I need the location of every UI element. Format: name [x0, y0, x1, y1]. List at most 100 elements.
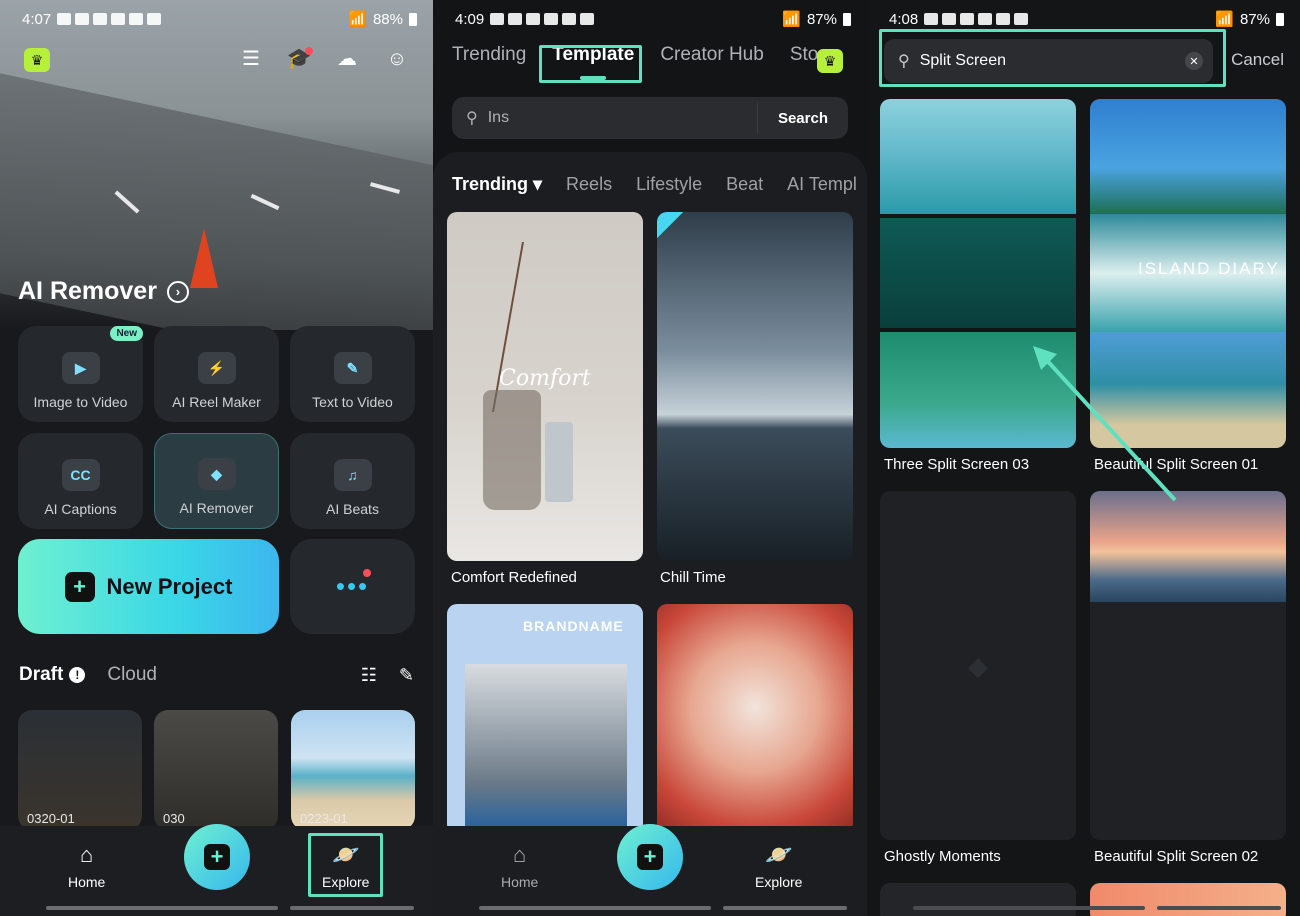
- battery-level: 87%: [1239, 10, 1270, 28]
- draft-thumbnail[interactable]: 0223-01: [291, 710, 415, 830]
- draft-label: 0320-01: [27, 811, 75, 826]
- vase: [483, 390, 541, 510]
- tab-store[interactable]: Sto: [790, 44, 819, 66]
- category-tabs: Trending ▾ Reels Lifestyle Beat AI Templ: [452, 174, 857, 195]
- plus-icon: +: [637, 844, 663, 870]
- tool-ai-captions[interactable]: CC AI Captions: [18, 433, 143, 529]
- reel-maker-icon: ⚡: [197, 352, 236, 384]
- result-card[interactable]: ◆: [880, 491, 1076, 840]
- tool-image-to-video[interactable]: ▶ Image to Video New: [18, 326, 143, 422]
- battery-icon: [843, 12, 851, 26]
- gesture-bar: [154, 906, 278, 910]
- planet-icon: 🪐: [765, 842, 793, 867]
- signal-icon: 📶: [348, 11, 367, 28]
- tab-draft[interactable]: Draft: [19, 664, 63, 686]
- candle: [545, 422, 573, 502]
- tab-template[interactable]: Template: [552, 44, 634, 80]
- smiley-icon[interactable]: ☺: [384, 46, 410, 72]
- placeholder-logo-icon: ◆: [968, 651, 988, 681]
- search-bar[interactable]: ⚲ Split Screen ✕: [884, 39, 1213, 83]
- template-search[interactable]: ⚲ Ins Search: [452, 97, 848, 139]
- result-card[interactable]: [1090, 883, 1286, 916]
- tool-ai-remover[interactable]: ◆ AI Remover: [154, 433, 279, 529]
- template-card[interactable]: Comfort: [447, 212, 643, 561]
- nav-explore-label: Explore: [755, 874, 803, 890]
- template-card[interactable]: BRANDNAME: [447, 604, 643, 834]
- text-to-video-icon: ✎: [333, 352, 372, 384]
- warning-icon[interactable]: !: [69, 667, 86, 683]
- category-lifestyle[interactable]: Lifestyle: [636, 174, 702, 195]
- plus-icon: +: [204, 844, 230, 870]
- search-icon: ⚲: [898, 53, 910, 70]
- nav-home[interactable]: ⌂ Home: [501, 842, 538, 890]
- notification-dot: [305, 47, 313, 55]
- tool-ai-reel-maker[interactable]: ⚡ AI Reel Maker: [154, 326, 279, 422]
- new-project-label: New Project: [106, 573, 233, 599]
- task-list-icon[interactable]: ☰: [238, 46, 264, 72]
- status-bar: 4:08 📶 87%: [889, 8, 1284, 30]
- category-reels[interactable]: Reels: [566, 174, 612, 195]
- battery-icon: [1276, 12, 1284, 26]
- tool-label: AI Captions: [44, 501, 117, 517]
- card-title: Comfort Redefined: [451, 569, 577, 586]
- tool-label: Image to Video: [33, 394, 128, 410]
- tab-cloud[interactable]: Cloud: [107, 664, 157, 686]
- card-brand-text: BRANDNAME: [523, 618, 624, 634]
- captions-icon: CC: [61, 459, 100, 491]
- notification-dot: [363, 569, 371, 577]
- image-to-video-icon: ▶: [61, 352, 100, 384]
- traffic-cone: [190, 228, 218, 288]
- bottom-nav: ⌂ Home + 🪐 Explore: [0, 824, 433, 916]
- status-time: 4:08: [889, 10, 919, 28]
- signal-icon: 📶: [782, 11, 801, 28]
- search-results-screen: 4:08 📶 87% ⚲ Split Screen ✕ Cancel Three …: [867, 0, 1300, 916]
- status-bar: 4:09 📶 87%: [455, 8, 851, 30]
- category-ai-templates[interactable]: AI Templ: [787, 174, 857, 195]
- hero-title[interactable]: AI Remover ›: [18, 277, 189, 306]
- notification-icons: [924, 13, 1029, 25]
- drafts-header: Draft ! Cloud ☷ ✎: [19, 664, 414, 686]
- card-overlay-text: ISLAND DIARY: [1138, 259, 1280, 278]
- battery-icon: [409, 12, 417, 26]
- tool-text-to-video[interactable]: ✎ Text to Video: [290, 326, 415, 422]
- nav-home[interactable]: ⌂ Home: [68, 842, 105, 890]
- tab-creator-hub[interactable]: Creator Hub: [660, 44, 764, 66]
- template-card[interactable]: [657, 604, 853, 834]
- cloud-icon[interactable]: ☁: [334, 46, 360, 72]
- category-trending[interactable]: Trending ▾: [452, 174, 542, 195]
- more-tools-button[interactable]: •••: [290, 539, 415, 634]
- gesture-bar: [1157, 906, 1281, 910]
- new-project-button[interactable]: + New Project: [18, 539, 279, 634]
- home-icon: ⌂: [513, 842, 527, 867]
- search-button[interactable]: Search: [756, 103, 848, 133]
- tool-label: AI Reel Maker: [172, 394, 261, 410]
- bottom-nav: ⌂ Home + 🪐 Explore: [433, 824, 867, 916]
- nav-explore[interactable]: 🪐 Explore: [322, 842, 369, 890]
- result-card[interactable]: [880, 883, 1076, 916]
- result-card[interactable]: [1090, 491, 1286, 840]
- result-title: Beautiful Split Screen 02: [1094, 848, 1259, 865]
- status-time: 4:09: [455, 10, 485, 28]
- tab-trending[interactable]: Trending: [452, 44, 526, 66]
- edit-icon[interactable]: ✎: [399, 665, 414, 686]
- category-beat[interactable]: Beat: [726, 174, 763, 195]
- search-input[interactable]: Ins: [488, 109, 509, 127]
- list-view-icon[interactable]: ☷: [361, 665, 377, 686]
- signal-icon: 📶: [1215, 11, 1234, 28]
- tool-label: AI Remover: [179, 500, 254, 516]
- card-overlay-text: Comfort: [499, 366, 591, 391]
- crown-icon[interactable]: ♛: [817, 49, 843, 73]
- tool-ai-beats[interactable]: ♫ AI Beats: [290, 433, 415, 529]
- nav-explore[interactable]: 🪐 Explore: [755, 842, 802, 890]
- search-input[interactable]: Split Screen: [920, 52, 1006, 70]
- clear-icon[interactable]: ✕: [1185, 52, 1203, 70]
- create-button[interactable]: +: [617, 824, 683, 890]
- split-segment: [880, 218, 1076, 328]
- template-card[interactable]: [657, 212, 853, 561]
- cancel-button[interactable]: Cancel: [1231, 50, 1284, 70]
- draft-thumbnail[interactable]: 030: [154, 710, 278, 830]
- draft-thumbnail[interactable]: 0320-01: [18, 710, 142, 830]
- crown-icon[interactable]: ♛: [24, 48, 50, 72]
- nav-home-label: Home: [501, 874, 539, 890]
- create-button[interactable]: +: [184, 824, 250, 890]
